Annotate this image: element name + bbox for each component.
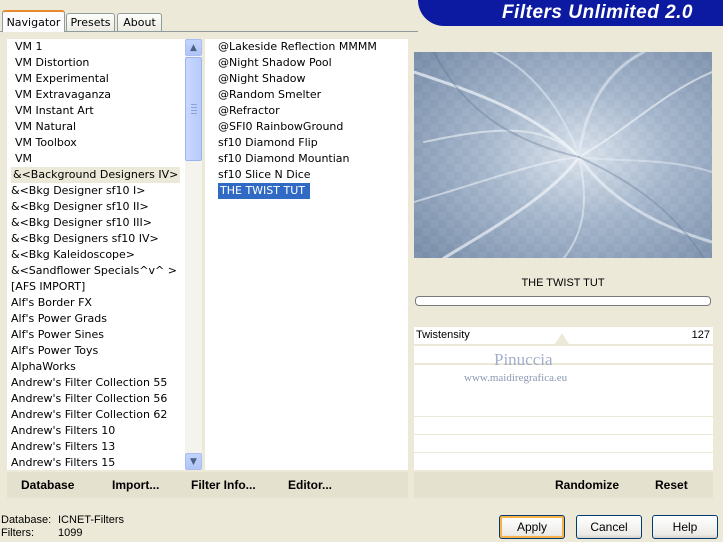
category-list[interactable]: VM 1 VM Distortion VM Experimental VM Extra… (7, 39, 185, 470)
category-item[interactable]: &<Sandflower Specials^v^ > (11, 263, 177, 279)
filter-item[interactable]: @Night Shadow Pool (218, 55, 332, 71)
status-database-value: ICNET-Filters (58, 514, 124, 526)
category-item[interactable]: Andrew's Filter Collection 62 (11, 407, 167, 423)
filter-item[interactable]: sf10 Slice N Dice (218, 167, 311, 183)
category-item[interactable]: &<Background Designers IV> (11, 167, 181, 183)
category-item[interactable]: [AFS IMPORT] (11, 279, 85, 295)
filter-item[interactable]: @SFI0 RainbowGround (218, 119, 343, 135)
param-value: 127 (691, 329, 710, 341)
category-item[interactable]: Andrew's Filter Collection 55 (11, 375, 167, 391)
tab-about[interactable]: About (117, 13, 162, 31)
category-item[interactable]: Alf's Power Grads (11, 311, 107, 327)
filter-list[interactable]: @Lakeside Reflection MMMM @Night Shadow P… (205, 39, 408, 470)
param-row-empty[interactable] (414, 346, 713, 363)
category-item[interactable]: VM Toolbox (15, 135, 77, 151)
scroll-up-icon[interactable]: ▲ (185, 39, 202, 56)
param-row-empty[interactable] (414, 399, 713, 416)
category-item[interactable]: VM 1 (15, 39, 43, 55)
category-item[interactable]: Andrew's Filters 10 (11, 423, 115, 439)
editor-button[interactable]: Editor... (288, 478, 332, 492)
param-row-empty[interactable] (414, 435, 713, 452)
watermark-url: www.maidiregrafica.eu (464, 372, 568, 384)
filter-item[interactable]: @Night Shadow (218, 71, 305, 87)
category-item[interactable]: &<Bkg Kaleidoscope> (11, 247, 135, 263)
category-item[interactable]: VM Distortion (15, 55, 89, 71)
apply-button[interactable]: Apply (499, 515, 565, 539)
filter-item[interactable]: sf10 Diamond Flip (218, 135, 318, 151)
app-title: Filters Unlimited 2.0 (501, 2, 693, 23)
preview-filter-name: THE TWIST TUT (521, 277, 605, 289)
import-button[interactable]: Import... (112, 478, 159, 492)
preview-image (414, 52, 712, 258)
category-item[interactable]: &<Bkg Designer sf10 III> (11, 215, 152, 231)
watermark-title: Pinuccia (494, 350, 553, 369)
filter-item[interactable]: @Lakeside Reflection MMMM (218, 39, 377, 55)
category-item[interactable]: VM Natural (15, 119, 76, 135)
app-banner: Filters Unlimited 2.0 (418, 0, 723, 26)
category-item[interactable]: Alf's Border FX (11, 295, 92, 311)
param-row-twistensity[interactable]: Twistensity 127 (414, 327, 713, 344)
help-button[interactable]: Help (652, 515, 718, 539)
category-item[interactable]: AlphaWorks (11, 359, 76, 375)
filter-item[interactable]: @Random Smelter (218, 87, 321, 103)
filter-item[interactable]: @Refractor (218, 103, 280, 119)
filter-info-button[interactable]: Filter Info... (191, 478, 256, 492)
filter-item[interactable]: THE TWIST TUT (218, 183, 310, 199)
category-item[interactable]: Andrew's Filter Collection 56 (11, 391, 167, 407)
status-filters-value: 1099 (58, 527, 83, 539)
category-item[interactable]: Andrew's Filters 15 (11, 455, 115, 471)
category-item[interactable]: VM Experimental (15, 71, 109, 87)
category-item[interactable]: VM Instant Art (15, 103, 94, 119)
param-slider-thumb[interactable] (555, 333, 569, 344)
randomize-button[interactable]: Randomize (555, 478, 619, 492)
param-label: Twistensity (416, 329, 470, 341)
progress-bar (415, 296, 711, 306)
reset-button[interactable]: Reset (655, 478, 688, 492)
cancel-button[interactable]: Cancel (576, 515, 642, 539)
param-row-empty[interactable] (414, 417, 713, 434)
category-item[interactable]: Alf's Power Toys (11, 343, 98, 359)
database-button[interactable]: Database (21, 478, 74, 492)
status-filters-label: Filters: (1, 527, 34, 539)
tab-presets[interactable]: Presets (66, 13, 115, 31)
param-row-empty[interactable] (414, 382, 713, 399)
category-item[interactable]: VM Extravaganza (15, 87, 111, 103)
tab-navigator[interactable]: Navigator (2, 10, 65, 32)
category-item[interactable]: &<Bkg Designer sf10 II> (11, 199, 149, 215)
category-item[interactable]: VM (15, 151, 32, 167)
category-item[interactable]: Alf's Power Sines (11, 327, 104, 343)
param-row-empty[interactable] (414, 453, 713, 470)
category-item[interactable]: Andrew's Filters 13 (11, 439, 115, 455)
filter-item[interactable]: sf10 Diamond Mountian (218, 151, 350, 167)
status-database-label: Database: (1, 514, 52, 526)
scroll-down-icon[interactable]: ▼ (185, 453, 202, 470)
scroll-thumb[interactable] (185, 57, 202, 161)
category-item[interactable]: &<Bkg Designers sf10 IV> (11, 231, 159, 247)
category-scrollbar[interactable]: ▲ ▼ (185, 39, 202, 470)
category-item[interactable]: &<Bkg Designer sf10 I> (11, 183, 146, 199)
